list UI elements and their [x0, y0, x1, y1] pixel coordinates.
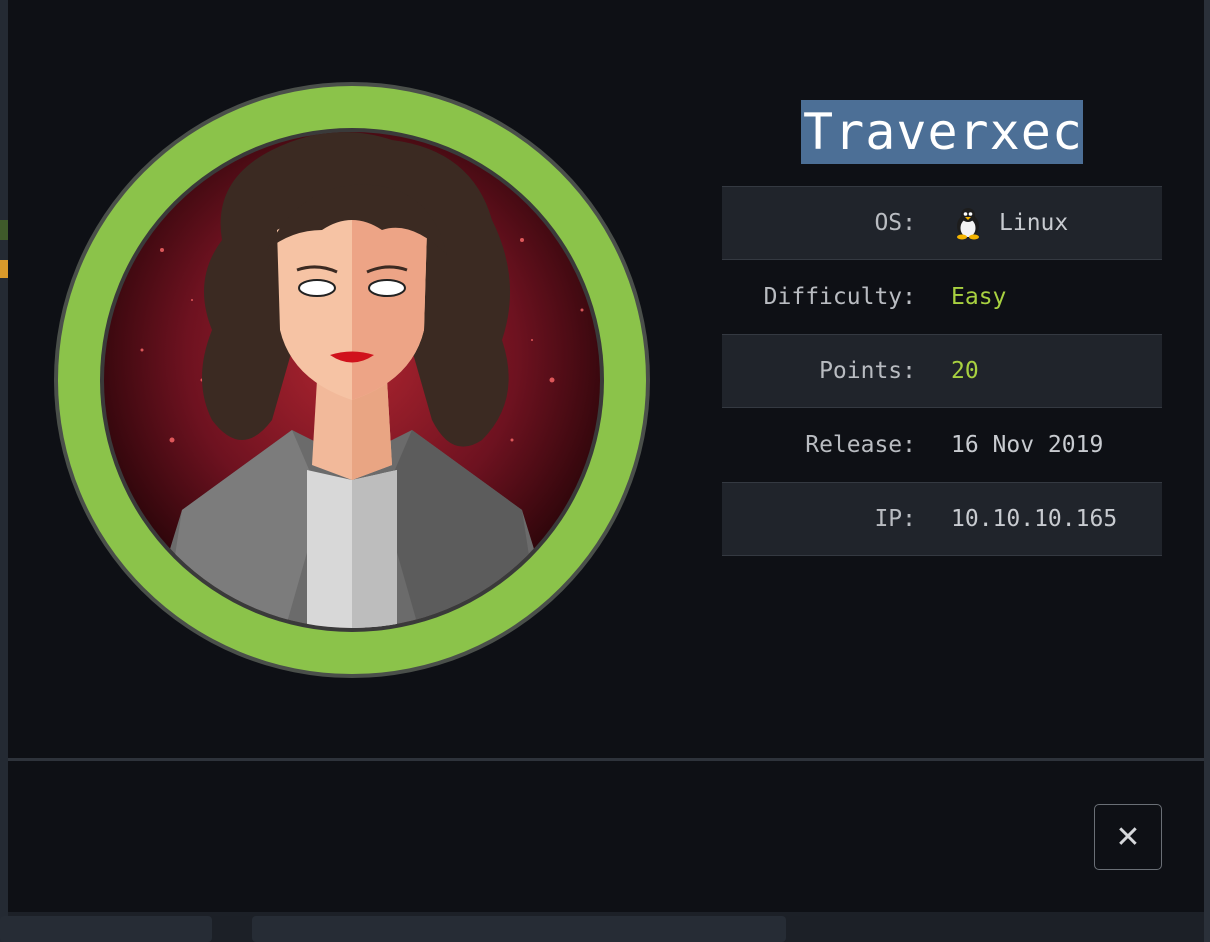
modal-footer-divider	[8, 758, 1204, 761]
machine-name-title: Traverxec	[801, 100, 1083, 164]
close-button[interactable]: ✕	[1094, 804, 1162, 870]
points-label: Points:	[819, 358, 916, 384]
difficulty-label: Difficulty:	[763, 284, 916, 310]
machine-info-modal: Traverxec OS: Linux Difficulty: Easy Poi…	[8, 0, 1204, 912]
os-label: OS:	[874, 210, 916, 236]
info-row-release: Release: 16 Nov 2019	[722, 408, 1162, 482]
info-row-difficulty: Difficulty: Easy	[722, 260, 1162, 334]
background-page-panel	[252, 916, 786, 942]
os-value: Linux	[999, 210, 1069, 236]
difficulty-value: Easy	[951, 284, 1007, 310]
points-value: 20	[951, 358, 979, 384]
machine-avatar-icon	[54, 82, 650, 678]
close-icon: ✕	[1115, 819, 1141, 855]
info-row-ip: IP: 10.10.10.165	[722, 482, 1162, 556]
info-row-points: Points: 20	[722, 334, 1162, 408]
ip-label: IP:	[874, 506, 916, 532]
tux-linux-icon	[957, 208, 979, 240]
background-page-right-edge	[1204, 0, 1210, 942]
release-value: 16 Nov 2019	[951, 432, 1104, 458]
ip-value: 10.10.10.165	[951, 506, 1118, 532]
background-page-panel	[0, 916, 212, 942]
machine-title-container: Traverxec	[722, 100, 1162, 164]
release-label: Release:	[805, 432, 916, 458]
os-value-container: Linux	[951, 206, 1068, 240]
info-row-os: OS: Linux	[722, 186, 1162, 260]
machine-info-table: OS: Linux Difficulty: Easy Points: 20 Re…	[722, 186, 1162, 556]
background-page-left-edge	[0, 0, 8, 942]
